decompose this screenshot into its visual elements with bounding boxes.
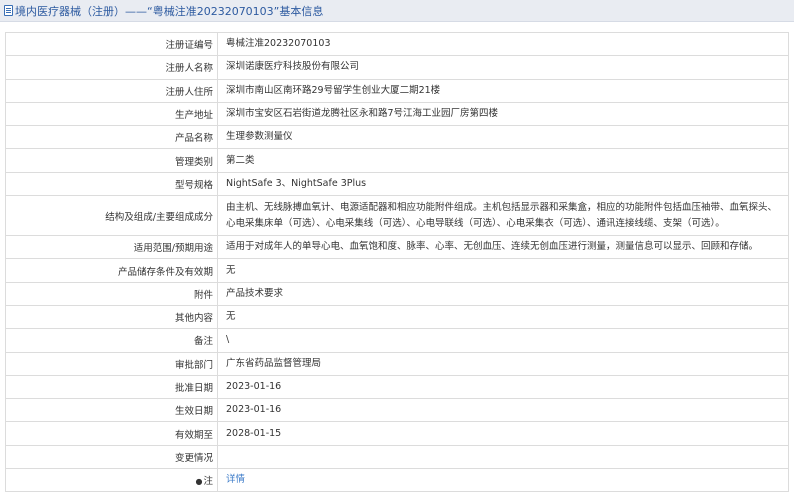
table-row: 生产地址 深圳市宝安区石岩街道龙腾社区永和路7号江海工业园厂房第四楼 <box>5 101 789 127</box>
table-row: 产品储存条件及有效期 无 <box>5 258 789 283</box>
table-row: 附件 产品技术要求 <box>5 281 789 306</box>
row-label: 型号规格 <box>5 171 218 197</box>
table-row: 产品名称 生理参数测量仪 <box>5 125 789 150</box>
row-value: 深圳市宝安区石岩街道龙腾社区永和路7号江海工业园厂房第四楼 <box>217 101 789 127</box>
row-label: 生产地址 <box>5 101 218 127</box>
table-row: 变更情况 <box>5 444 789 470</box>
row-label: 适用范围/预期用途 <box>5 235 218 260</box>
row-label: 其他内容 <box>5 304 218 330</box>
row-value: 无 <box>217 258 789 283</box>
row-label: 批准日期 <box>5 374 218 400</box>
info-table-container: 注册证编号 粤械注准20232070103 注册人名称 深圳诺康医疗科技股份有限… <box>5 31 789 492</box>
table-row: 有效期至 2028-01-15 <box>5 421 789 446</box>
row-label: 有效期至 <box>5 421 218 446</box>
row-value: 广东省药品监督管理局 <box>217 351 789 376</box>
row-value: 适用于对成年人的单导心电、血氧饱和度、脉率、心率、无创血压、连续无创血压进行测量… <box>217 235 789 260</box>
row-value: \ <box>217 328 789 353</box>
row-value: 由主机、无线脉搏血氧计、电源适配器和相应功能附件组成。主机包括显示器和采集盒，相… <box>217 195 789 237</box>
row-value: 2023-01-16 <box>217 374 789 400</box>
row-value: 2028-01-15 <box>217 421 789 446</box>
registration-info-table: 注册证编号 粤械注准20232070103 注册人名称 深圳诺康医疗科技股份有限… <box>5 31 789 492</box>
row-label: 生效日期 <box>5 398 218 423</box>
document-icon <box>4 5 13 16</box>
note-label-cell: ●注 <box>5 468 218 492</box>
row-label: 审批部门 <box>5 351 218 376</box>
row-value-cell: 详情 <box>217 468 789 492</box>
table-row: 注册人名称 深圳诺康医疗科技股份有限公司 <box>5 55 789 80</box>
table-row: 结构及组成/主要组成成分 由主机、无线脉搏血氧计、电源适配器和相应功能附件组成。… <box>5 195 789 237</box>
row-label: 结构及组成/主要组成成分 <box>5 195 218 237</box>
row-value: 深圳市南山区南环路29号留学生创业大厦二期21楼 <box>217 78 789 103</box>
row-value <box>217 444 789 470</box>
row-label: 注册证编号 <box>5 31 218 57</box>
row-value: 生理参数测量仪 <box>217 125 789 150</box>
table-row: 适用范围/预期用途 适用于对成年人的单导心电、血氧饱和度、脉率、心率、无创血压、… <box>5 235 789 260</box>
details-link[interactable]: 详情 <box>226 474 245 485</box>
table-row: 备注 \ <box>5 328 789 353</box>
table-row: 其他内容 无 <box>5 304 789 330</box>
table-row: 型号规格 NightSafe 3、NightSafe 3Plus <box>5 171 789 197</box>
table-row: ●注 详情 <box>5 468 789 492</box>
row-label: 注册人名称 <box>5 55 218 80</box>
row-value: 粤械注准20232070103 <box>217 31 789 57</box>
table-row: 批准日期 2023-01-16 <box>5 374 789 400</box>
star-icon: ● <box>195 477 203 487</box>
row-value: 无 <box>217 304 789 330</box>
row-label: 注册人住所 <box>5 78 218 103</box>
table-row: 生效日期 2023-01-16 <box>5 398 789 423</box>
row-value: 深圳诺康医疗科技股份有限公司 <box>217 55 789 80</box>
row-value: 2023-01-16 <box>217 398 789 423</box>
breadcrumb-title: 境内医疗器械（注册）——“粤械注准20232070103”基本信息 <box>15 4 324 18</box>
table-row: 审批部门 广东省药品监督管理局 <box>5 351 789 376</box>
row-label: 管理类别 <box>5 148 218 173</box>
row-label: 附件 <box>5 281 218 306</box>
page-header: 境内医疗器械（注册）——“粤械注准20232070103”基本信息 <box>0 0 794 22</box>
row-label: 变更情况 <box>5 444 218 470</box>
table-row: 注册人住所 深圳市南山区南环路29号留学生创业大厦二期21楼 <box>5 78 789 103</box>
table-row: 管理类别 第二类 <box>5 148 789 173</box>
row-value: 第二类 <box>217 148 789 173</box>
row-value: NightSafe 3、NightSafe 3Plus <box>217 171 789 197</box>
table-row: 注册证编号 粤械注准20232070103 <box>5 31 789 57</box>
row-label: 产品名称 <box>5 125 218 150</box>
row-value: 产品技术要求 <box>217 281 789 306</box>
row-label: 产品储存条件及有效期 <box>5 258 218 283</box>
row-label: 备注 <box>5 328 218 353</box>
